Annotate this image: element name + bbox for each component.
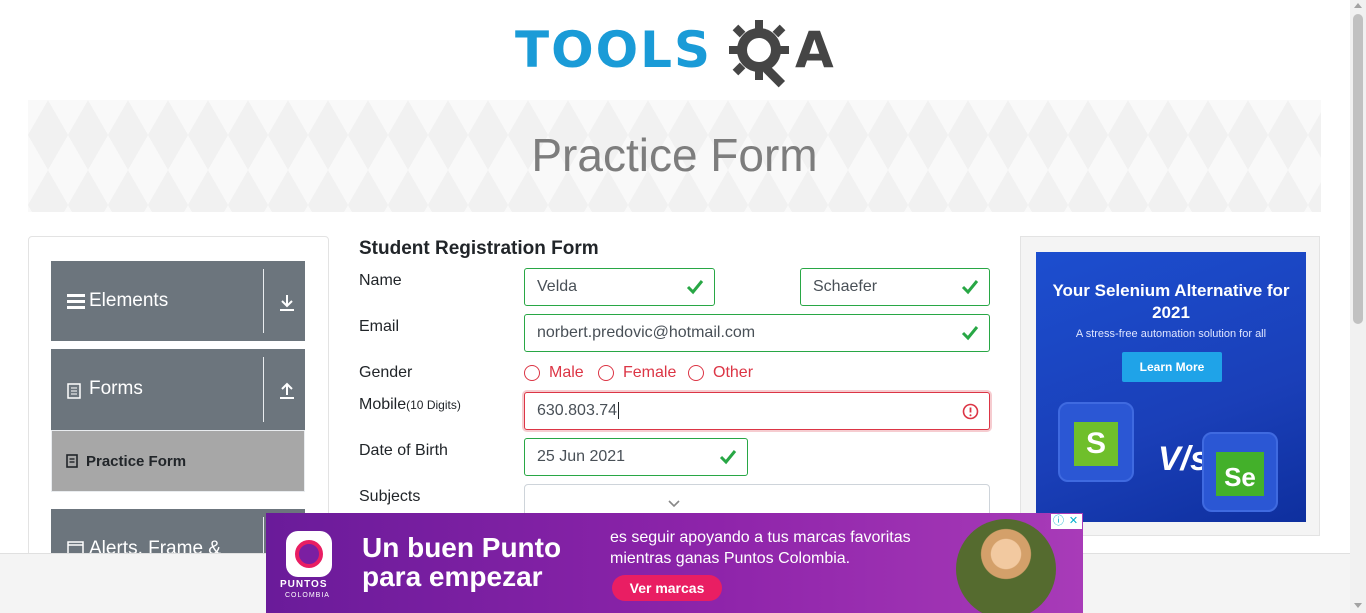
ad-tile-left: S <box>1058 402 1134 482</box>
ad-brand-sub: COLOMBIA <box>285 592 330 599</box>
logo-text: TOOLS <box>515 21 712 79</box>
first-name-value: Velda <box>537 278 578 295</box>
divider <box>263 269 264 333</box>
email-label: Email <box>359 318 400 335</box>
upload-arrow-icon[interactable] <box>277 381 297 401</box>
subjects-label: Subjects <box>359 488 421 505</box>
ad-desc-line1: es seguir apoyando a tus marcas favorita… <box>610 529 911 546</box>
ad-headline: Your Selenium Alternative for 2021 <box>1052 281 1290 322</box>
dob-value: 25 Jun 2021 <box>537 448 626 465</box>
ad-brand: PUNTOS <box>280 579 328 590</box>
ad-subline: A stress-free automation solution for al… <box>1075 328 1267 340</box>
mobile-label: Mobile(10 Digits) <box>359 396 461 414</box>
first-name-input[interactable]: Velda <box>524 268 715 306</box>
radio-circle[interactable] <box>688 365 704 381</box>
sidebar-group-elements[interactable]: Elements <box>51 261 305 341</box>
sidebar-group-forms[interactable]: Forms <box>51 349 305 430</box>
mobile-label-text: Mobile <box>359 396 407 413</box>
sidebar-item-practice-form[interactable]: Practice Form <box>51 430 305 492</box>
mobile-value: 630.803.74 <box>537 402 618 419</box>
page-title: Practice Form <box>531 129 818 181</box>
document-icon <box>67 383 81 399</box>
radio-label: Other <box>713 364 754 381</box>
vertical-scrollbar[interactable] <box>1350 0 1366 613</box>
adchoices-icon[interactable]: ⓘ <box>1051 514 1066 529</box>
ad-card[interactable]: Your Selenium Alternative for 2021 A str… <box>1036 252 1306 522</box>
form-title: Student Registration Form <box>359 238 599 259</box>
logo-text-end: A <box>795 21 834 79</box>
check-icon <box>719 450 737 465</box>
mobile-hint: (10 Digits) <box>406 398 461 412</box>
ad-tile-right-badge: Se <box>1216 452 1264 496</box>
page: TOOLS A Practice Form Elements Forms Pra… <box>0 0 1366 613</box>
ad-controls[interactable]: ⓘ ✕ <box>1051 514 1082 529</box>
chevron-down-icon[interactable] <box>667 499 681 509</box>
radio-label: Female <box>623 364 677 381</box>
check-icon <box>961 326 979 341</box>
side-advertisement[interactable]: Your Selenium Alternative for 2021 A str… <box>1020 236 1320 536</box>
gender-radio-male[interactable]: Male <box>524 364 594 384</box>
name-label: Name <box>359 272 402 289</box>
page-banner: Practice Form <box>28 100 1321 212</box>
last-name-input[interactable]: Schaefer <box>800 268 990 306</box>
radio-label: Male <box>549 364 584 381</box>
email-input[interactable]: norbert.predovic@hotmail.com <box>524 314 990 352</box>
ad-tile-left-badge: S <box>1074 422 1118 466</box>
close-icon[interactable]: ✕ <box>1066 514 1081 529</box>
gear-magnifier-icon <box>729 20 789 88</box>
puntos-logo <box>286 531 332 577</box>
date-of-birth-input[interactable]: 25 Jun 2021 <box>524 438 748 476</box>
scroll-up-arrow-icon[interactable] <box>1354 3 1362 8</box>
gender-label: Gender <box>359 364 413 381</box>
check-icon <box>961 280 979 295</box>
sidebar-item-label: Practice Form <box>86 453 187 470</box>
form-icon <box>66 454 78 468</box>
bottom-advertisement[interactable]: PUNTOS COLOMBIA Un buen Punto para empez… <box>266 513 1083 613</box>
email-value: norbert.predovic@hotmail.com <box>537 324 756 341</box>
ad-description: es seguir apoyando a tus marcas favorita… <box>610 527 911 569</box>
sidebar-group-label: Elements <box>89 290 169 311</box>
ad-headline-line1: Un buen Punto <box>362 532 562 563</box>
learn-more-button[interactable]: Learn More <box>1122 352 1222 382</box>
mobile-input[interactable]: 630.803.74 <box>524 392 990 430</box>
scrollbar-thumb[interactable] <box>1353 14 1363 324</box>
ad-person-image <box>956 519 1056 613</box>
download-arrow-icon[interactable] <box>277 293 297 313</box>
ad-tile-right: Se <box>1202 432 1278 512</box>
menu-icon <box>67 294 85 309</box>
radio-circle[interactable] <box>598 365 614 381</box>
gender-radio-female[interactable]: Female <box>598 364 678 384</box>
last-name-value: Schaefer <box>813 278 878 295</box>
puntos-logo-mark <box>295 540 323 568</box>
ad-headline-line2: para empezar <box>362 561 543 592</box>
scroll-down-arrow-icon[interactable] <box>1354 603 1362 608</box>
ver-marcas-button[interactable]: Ver marcas <box>612 575 722 601</box>
toolsqa-logo[interactable]: TOOLS A <box>515 16 839 90</box>
ad-headline: Un buen Punto para empezar <box>362 533 561 591</box>
divider <box>263 357 264 422</box>
sidebar-group-label: Forms <box>89 378 143 399</box>
error-icon <box>962 403 979 420</box>
text-cursor <box>618 402 620 420</box>
dob-label: Date of Birth <box>359 442 448 459</box>
check-icon <box>686 280 704 295</box>
ad-desc-line2: mientras ganas Puntos Colombia. <box>610 550 851 567</box>
gender-radio-other[interactable]: Other <box>688 364 758 384</box>
radio-circle[interactable] <box>524 365 540 381</box>
